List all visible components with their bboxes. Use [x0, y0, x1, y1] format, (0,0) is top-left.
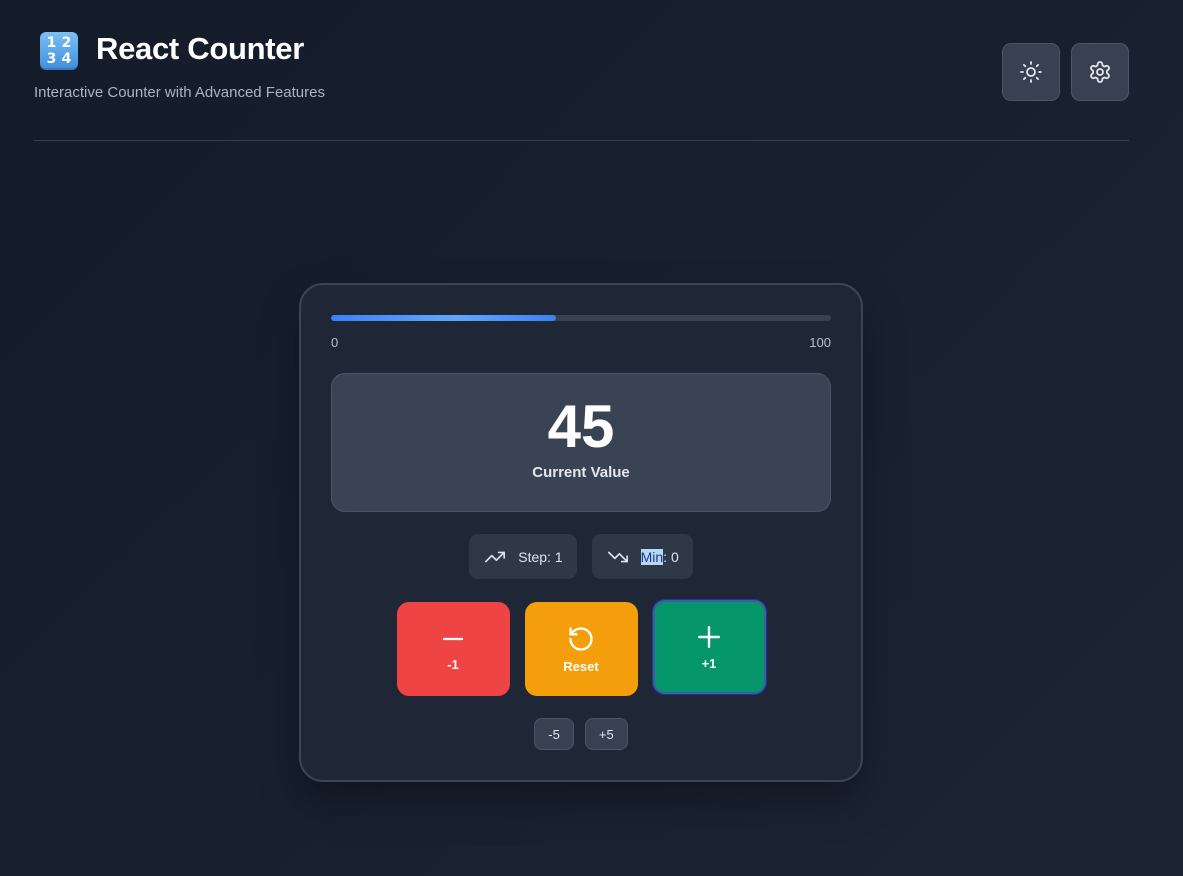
trending-up-icon — [485, 551, 506, 562]
emoji-digit: 4 — [61, 51, 72, 67]
page-subtitle: Interactive Counter with Advanced Featur… — [34, 84, 325, 101]
min-label-highlighted: Min — [640, 548, 664, 565]
current-value-label: Current Value — [532, 464, 630, 481]
theme-toggle-button[interactable] — [1002, 43, 1060, 101]
range-min-label: 0 — [331, 335, 339, 350]
step-label: Step: 1 — [518, 548, 563, 565]
counter-card: 0 100 45 Current Value Step: 1 Min: 0 -1 — [299, 283, 863, 782]
rotate-ccw-icon — [569, 626, 593, 651]
app-header: 1 2 3 4 React Counter Interactive Counte… — [34, 31, 1129, 141]
settings-button[interactable] — [1071, 43, 1129, 101]
reset-button[interactable]: Reset — [524, 602, 638, 696]
plus-five-button[interactable]: +5 — [584, 718, 628, 750]
progress-bar — [331, 315, 831, 321]
increment-label: +1 — [701, 655, 717, 671]
input-numbers-icon: 1 2 3 4 — [40, 32, 78, 70]
min-label-value: : 0 — [663, 548, 679, 565]
increment-button[interactable]: +1 — [652, 600, 766, 694]
emoji-digit: 2 — [61, 35, 72, 51]
value-display: 45 Current Value — [331, 373, 831, 512]
minus-five-button[interactable]: -5 — [534, 718, 574, 750]
step-chip: Step: 1 — [469, 534, 577, 579]
range-max-label: 100 — [809, 335, 831, 350]
emoji-digit: 3 — [46, 51, 57, 67]
reset-label: Reset — [563, 658, 599, 674]
header-actions — [1002, 43, 1129, 101]
title-row: 1 2 3 4 React Counter — [34, 31, 1129, 70]
info-chips: Step: 1 Min: 0 — [301, 534, 861, 579]
emoji-digit: 1 — [46, 35, 57, 51]
current-value: 45 — [547, 393, 615, 460]
page-title: React Counter — [96, 31, 304, 66]
plus-icon — [698, 625, 720, 648]
decrement-button[interactable]: -1 — [396, 602, 510, 696]
decrement-label: -1 — [447, 656, 459, 672]
minus-icon — [442, 637, 464, 640]
quick-step-buttons: -5 +5 — [301, 718, 861, 750]
main-buttons: -1 Reset +1 — [301, 600, 861, 696]
gear-icon — [1090, 61, 1110, 83]
sun-icon — [1020, 61, 1042, 83]
min-chip: Min: 0 — [591, 534, 693, 579]
trending-down-icon — [607, 551, 628, 562]
progress-fill — [331, 315, 556, 321]
